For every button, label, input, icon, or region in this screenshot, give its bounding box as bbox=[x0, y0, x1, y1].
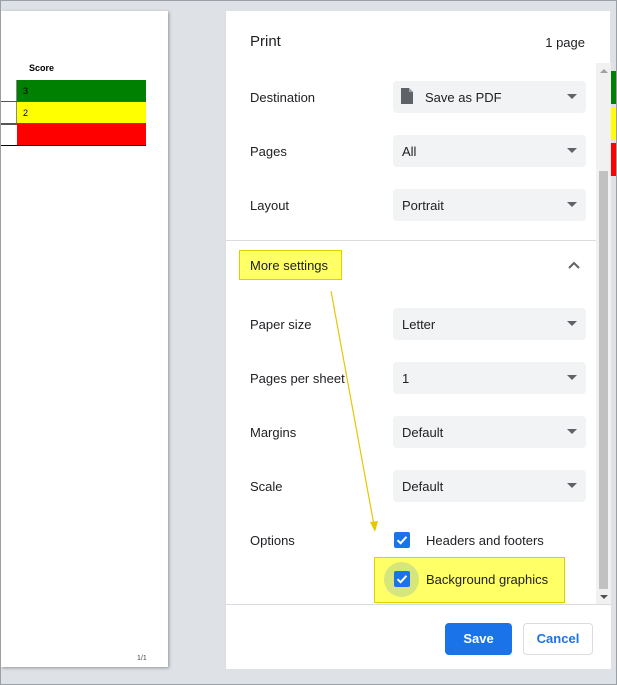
pages-value: All bbox=[402, 144, 417, 159]
page-number: 1/1 bbox=[137, 655, 147, 662]
scale-select[interactable]: Default bbox=[393, 470, 586, 502]
dropdown-arrow-icon bbox=[567, 321, 577, 326]
pages-per-sheet-select[interactable]: 1 bbox=[393, 362, 586, 394]
paper-size-value: Letter bbox=[402, 317, 436, 332]
margins-value: Default bbox=[402, 425, 444, 440]
margins-label: Margins bbox=[250, 425, 297, 440]
pages-select[interactable]: All bbox=[393, 135, 586, 167]
layout-select[interactable]: Portrait bbox=[393, 189, 586, 221]
preview-sliver bbox=[610, 107, 616, 140]
dropdown-arrow-icon bbox=[567, 429, 577, 434]
action-bar: Save Cancel bbox=[226, 604, 611, 669]
preview-sliver bbox=[610, 71, 616, 104]
margins-select[interactable]: Default bbox=[393, 416, 586, 448]
score-table: 3 2 bbox=[1, 80, 146, 146]
table-row: 2 bbox=[1, 102, 146, 124]
dropdown-arrow-icon bbox=[567, 94, 577, 99]
headers-footers-label: Headers and footers bbox=[426, 533, 544, 548]
destination-select[interactable]: Save as PDF bbox=[393, 81, 586, 113]
pages-per-sheet-value: 1 bbox=[402, 371, 410, 386]
preview-page: Score 3 2 1/1 bbox=[1, 11, 168, 667]
preview-sliver bbox=[610, 143, 616, 176]
background-graphics-checkbox[interactable] bbox=[394, 571, 410, 587]
options-label: Options bbox=[250, 533, 295, 548]
score-cell: 3 bbox=[17, 80, 146, 101]
checkmark-icon bbox=[396, 575, 408, 584]
score-cell: 2 bbox=[17, 102, 146, 123]
background-graphics-label: Background graphics bbox=[426, 572, 549, 587]
chevron-up-icon[interactable] bbox=[568, 261, 580, 269]
table-row: 3 bbox=[1, 80, 146, 102]
headers-footers-checkbox[interactable] bbox=[394, 532, 410, 548]
layout-value: Portrait bbox=[402, 198, 444, 213]
scroll-down-arrow-icon[interactable] bbox=[600, 595, 608, 599]
scale-value: Default bbox=[402, 479, 444, 494]
score-cell bbox=[17, 124, 146, 145]
paper-size-select[interactable]: Letter bbox=[393, 308, 586, 340]
pages-label: Pages bbox=[250, 144, 287, 159]
divider bbox=[226, 240, 596, 241]
score-column-header: Score bbox=[29, 63, 55, 73]
save-button[interactable]: Save bbox=[445, 623, 512, 655]
scale-label: Scale bbox=[250, 479, 283, 494]
page-count: 1 page bbox=[545, 35, 585, 50]
pages-per-sheet-label: Pages per sheet bbox=[250, 371, 345, 386]
more-settings-toggle[interactable]: More settings bbox=[239, 250, 342, 280]
panel-title: Print bbox=[250, 33, 281, 50]
cancel-button[interactable]: Cancel bbox=[523, 623, 593, 655]
scroll-up-arrow-icon[interactable] bbox=[600, 69, 608, 73]
dropdown-arrow-icon bbox=[567, 375, 577, 380]
print-preview-area: Score 3 2 1/1 bbox=[1, 1, 225, 684]
dropdown-arrow-icon bbox=[567, 148, 577, 153]
table-row bbox=[1, 124, 146, 146]
destination-label: Destination bbox=[250, 90, 316, 105]
dropdown-arrow-icon bbox=[567, 483, 577, 488]
scroll-thumb[interactable] bbox=[599, 171, 608, 589]
paper-size-label: Paper size bbox=[250, 317, 312, 332]
document-icon bbox=[401, 88, 413, 104]
dropdown-arrow-icon bbox=[567, 202, 577, 207]
destination-value: Save as PDF bbox=[425, 90, 502, 105]
checkmark-icon bbox=[396, 536, 408, 545]
print-settings-panel: Print 1 page Destination Save as PDF Pag… bbox=[225, 11, 616, 669]
print-dialog-window: Score 3 2 1/1 Print 1 page Destination S… bbox=[0, 0, 617, 685]
settings-scrollbar[interactable] bbox=[596, 63, 611, 605]
layout-label: Layout bbox=[250, 198, 290, 213]
